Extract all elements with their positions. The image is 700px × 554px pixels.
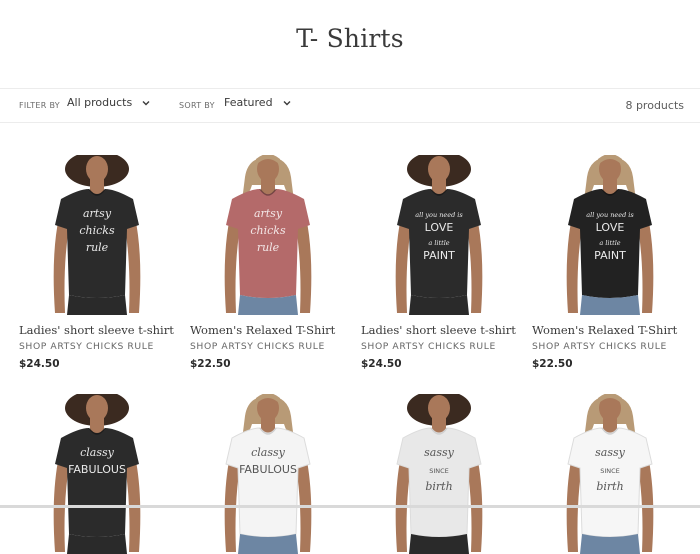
shirt-design-text: classy bbox=[80, 446, 115, 459]
collection-title: T- Shirts bbox=[296, 24, 404, 53]
shirt-design-text: LOVE bbox=[596, 221, 625, 234]
shirt-design-text: chicks bbox=[79, 224, 115, 237]
product-image[interactable]: sassy SINCE birth bbox=[532, 394, 687, 554]
product-image[interactable]: all you need is LOVE a little PAINT bbox=[532, 155, 687, 315]
product-vendor: SHOP ARTSY CHICKS RULE bbox=[361, 341, 496, 352]
product-price: $24.50 bbox=[361, 358, 402, 370]
chevron-down-icon bbox=[142, 100, 150, 105]
product-price: $22.50 bbox=[532, 358, 573, 370]
model-photo: classy FABULOUS bbox=[224, 394, 312, 554]
shirt-design-text: PAINT bbox=[594, 249, 626, 262]
product-image[interactable]: artsy chicks rule bbox=[19, 155, 174, 315]
product-card[interactable]: all you need is LOVE a little PAINT Ladies'… bbox=[361, 155, 516, 370]
product-vendor: SHOP ARTSY CHICKS RULE bbox=[19, 341, 154, 352]
shirt-design-text: LOVE bbox=[425, 221, 454, 234]
product-title[interactable]: Women's Relaxed T-Shirt bbox=[532, 323, 687, 337]
model-photo: sassy SINCE birth bbox=[395, 394, 483, 554]
shirt-design-text: a little bbox=[428, 239, 449, 247]
shirt-design-text: PAINT bbox=[423, 249, 455, 262]
shirt-design-text: SINCE bbox=[600, 467, 620, 475]
shirt-design-text: FABULOUS bbox=[239, 463, 297, 476]
shirt-design-text: rule bbox=[86, 241, 109, 254]
shirt-design-text: artsy bbox=[83, 207, 112, 220]
shirt-design-text: sassy bbox=[424, 446, 454, 459]
model-photo: classy FABULOUS bbox=[53, 394, 141, 554]
shirt-design-text: sassy bbox=[595, 446, 625, 459]
product-image[interactable]: all you need is LOVE a little PAINT bbox=[361, 155, 516, 315]
shirt-design-text: birth bbox=[425, 480, 452, 493]
product-image[interactable]: classy FABULOUS bbox=[190, 394, 345, 554]
product-count: 8 products bbox=[625, 99, 684, 112]
shirt-design-text: classy bbox=[251, 446, 286, 459]
shirt-design-text: SINCE bbox=[429, 467, 449, 475]
sort-select-value: Featured bbox=[224, 96, 273, 109]
shirt-design-text: FABULOUS bbox=[68, 463, 126, 476]
shirt-design-text: rule bbox=[257, 241, 280, 254]
product-card[interactable]: classy FABULOUS bbox=[19, 394, 174, 554]
model-photo: sassy SINCE birth bbox=[566, 394, 654, 554]
divider-top bbox=[0, 88, 700, 89]
product-card[interactable]: sassy SINCE birth bbox=[532, 394, 687, 554]
product-title[interactable]: Women's Relaxed T-Shirt bbox=[190, 323, 345, 337]
product-card[interactable]: classy FABULOUS bbox=[190, 394, 345, 554]
shirt-design-text: chicks bbox=[250, 224, 286, 237]
product-price: $24.50 bbox=[19, 358, 60, 370]
product-title[interactable]: Ladies' short sleeve t-shirt bbox=[361, 323, 516, 337]
divider-bottom bbox=[0, 122, 700, 123]
shirt-design-text: artsy bbox=[254, 207, 283, 220]
product-image[interactable]: classy FABULOUS bbox=[19, 394, 174, 554]
model-photo: all you need is LOVE a little PAINT bbox=[566, 155, 654, 315]
product-card[interactable]: sassy SINCE birth bbox=[361, 394, 516, 554]
model-photo: artsy chicks rule bbox=[224, 155, 312, 315]
filter-select-value: All products bbox=[67, 96, 133, 109]
filter-by-label: FILTER BY bbox=[19, 101, 60, 110]
sort-by-label: SORT BY bbox=[179, 101, 215, 110]
product-card[interactable]: all you need is LOVE a little PAINT Women's… bbox=[532, 155, 687, 370]
product-price: $22.50 bbox=[190, 358, 231, 370]
product-title[interactable]: Ladies' short sleeve t-shirt bbox=[19, 323, 174, 337]
model-photo: artsy chicks rule bbox=[53, 155, 141, 315]
product-vendor: SHOP ARTSY CHICKS RULE bbox=[190, 341, 325, 352]
product-card[interactable]: artsy chicks rule Ladies' short sleeve t-s… bbox=[19, 155, 174, 370]
shirt-design-text: birth bbox=[596, 480, 623, 493]
product-card[interactable]: artsy chicks rule Women's Relaxed T-Shirt … bbox=[190, 155, 345, 370]
shirt-design-text: all you need is bbox=[586, 211, 634, 219]
model-photo: all you need is LOVE a little PAINT bbox=[395, 155, 483, 315]
shirt-design-text: a little bbox=[599, 239, 620, 247]
product-vendor: SHOP ARTSY CHICKS RULE bbox=[532, 341, 667, 352]
filter-select[interactable]: All products bbox=[67, 96, 152, 109]
sort-select[interactable]: Featured bbox=[224, 96, 293, 109]
product-image[interactable]: sassy SINCE birth bbox=[361, 394, 516, 554]
product-image[interactable]: artsy chicks rule bbox=[190, 155, 345, 315]
chevron-down-icon bbox=[283, 100, 291, 105]
shirt-design-text: all you need is bbox=[415, 211, 463, 219]
filter-bar: FILTER BY All products SORT BY Featured … bbox=[0, 90, 700, 120]
